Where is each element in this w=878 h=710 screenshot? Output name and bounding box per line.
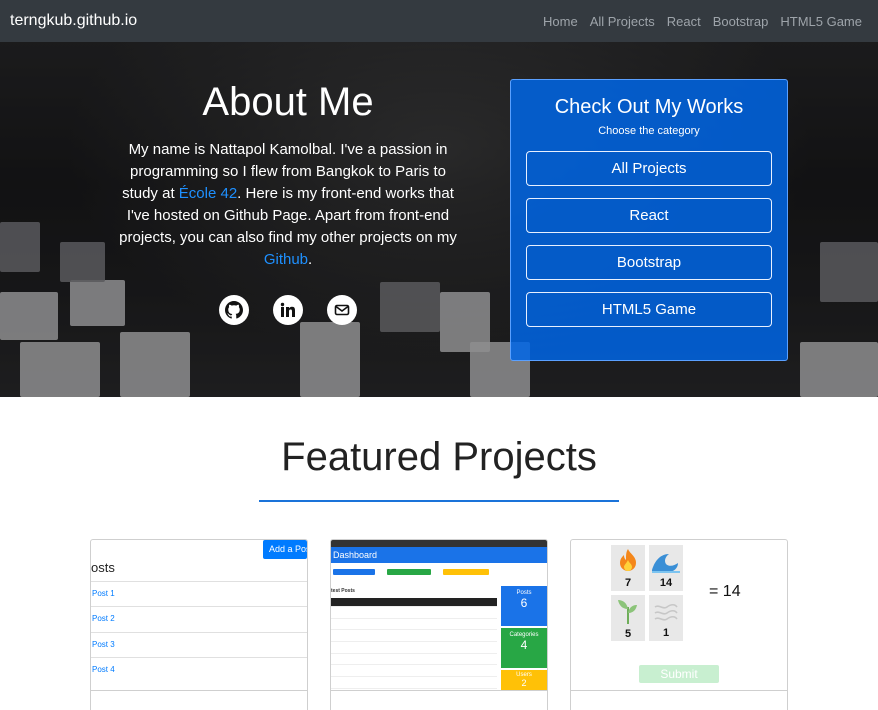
- nav-bootstrap[interactable]: Bootstrap: [713, 14, 769, 29]
- nav-react[interactable]: React: [667, 14, 701, 29]
- wind-icon: [654, 603, 678, 621]
- equation-result: = 14: [709, 583, 741, 600]
- dashboard-table: [331, 598, 497, 689]
- fire-tile: 7: [611, 545, 645, 591]
- fire-icon: [620, 549, 636, 571]
- nav-html5-game[interactable]: HTML5 Game: [780, 14, 862, 29]
- plant-tile-value: 5: [624, 628, 632, 640]
- wind-tile: 1: [649, 595, 683, 641]
- fire-tile-value: 7: [624, 577, 632, 589]
- categories-stat-count: 4: [520, 638, 528, 652]
- navbar: terngkub.github.io Home All Projects Rea…: [0, 0, 878, 42]
- plant-tile: 5: [611, 595, 645, 641]
- dashboard-navbar: [331, 540, 547, 547]
- project-thumbnail-1: Add a Post osts Post 1 Post 2 Post 3 Pos…: [91, 540, 307, 690]
- about-title: About Me: [202, 80, 374, 124]
- list-item: Post 1: [91, 581, 307, 606]
- dashboard-button: [387, 569, 431, 575]
- dashboard-button: [443, 569, 489, 575]
- project-thumbnail-2: Dashboard test Posts Posts 6 Categories …: [331, 540, 547, 690]
- nav-all-projects[interactable]: All Projects: [590, 14, 655, 29]
- users-stat-count: 2: [521, 678, 527, 688]
- category-all-projects-button[interactable]: All Projects: [526, 151, 772, 186]
- category-bootstrap-button[interactable]: Bootstrap: [526, 245, 772, 280]
- brand-link[interactable]: terngkub.github.io: [10, 12, 137, 30]
- dashboard-button: [333, 569, 375, 575]
- works-panel: Check Out My Works Choose the category A…: [510, 79, 788, 361]
- works-title: Check Out My Works: [554, 96, 744, 118]
- dashboard-table-heading: test Posts: [331, 588, 355, 594]
- category-html5-game-button[interactable]: HTML5 Game: [526, 292, 772, 327]
- project-caption-1: [91, 690, 307, 710]
- wind-tile-value: 1: [662, 627, 670, 639]
- project-caption-3: [571, 690, 787, 710]
- hero-section: About Me My name is Nattapol Kamolbal. I…: [0, 42, 878, 397]
- about-text-part-3: .: [308, 251, 313, 268]
- categories-stat: Categories 4: [501, 628, 547, 668]
- github-icon[interactable]: [219, 295, 249, 325]
- project-card-1[interactable]: Add a Post osts Post 1 Post 2 Post 3 Pos…: [90, 539, 308, 710]
- featured-underline: [259, 500, 619, 502]
- nav-home[interactable]: Home: [543, 14, 578, 29]
- posts-stat: Posts 6: [501, 586, 547, 626]
- project-caption-2: [331, 690, 547, 710]
- users-stat: Users 2: [501, 670, 547, 690]
- list-item: Post 2: [91, 606, 307, 631]
- about-text: My name is Nattapol Kamolbal. I've a pas…: [112, 139, 464, 271]
- submit-button: Submit: [639, 665, 719, 683]
- plant-icon: [618, 600, 637, 624]
- wave-icon: [652, 554, 680, 573]
- water-tile: 14: [649, 545, 683, 591]
- project-card-3[interactable]: 7 14 5 1 = 14 Submit: [570, 539, 788, 710]
- about-section: About Me My name is Nattapol Kamolbal. I…: [112, 80, 464, 325]
- nav-links: Home All Projects React Bootstrap HTML5 …: [531, 14, 868, 29]
- list-item: Post 3: [91, 632, 307, 657]
- dashboard-header: Dashboard: [331, 547, 547, 563]
- featured-title: Featured Projects: [281, 435, 597, 479]
- list-item: Post 4: [91, 657, 307, 682]
- add-post-button: Add a Post: [263, 540, 307, 559]
- linkedin-icon[interactable]: [273, 295, 303, 325]
- works-subtitle: Choose the category: [598, 125, 700, 137]
- posts-stat-count: 6: [520, 596, 528, 610]
- project-card-2[interactable]: Dashboard test Posts Posts 6 Categories …: [330, 539, 548, 710]
- project-thumbnail-3: 7 14 5 1 = 14 Submit: [571, 540, 787, 690]
- mail-icon[interactable]: [327, 295, 357, 325]
- posts-heading: osts: [91, 560, 115, 575]
- github-link[interactable]: Github: [264, 251, 308, 268]
- category-react-button[interactable]: React: [526, 198, 772, 233]
- water-tile-value: 14: [659, 577, 673, 589]
- ecole42-link[interactable]: École 42: [179, 185, 237, 202]
- social-links: [112, 295, 464, 325]
